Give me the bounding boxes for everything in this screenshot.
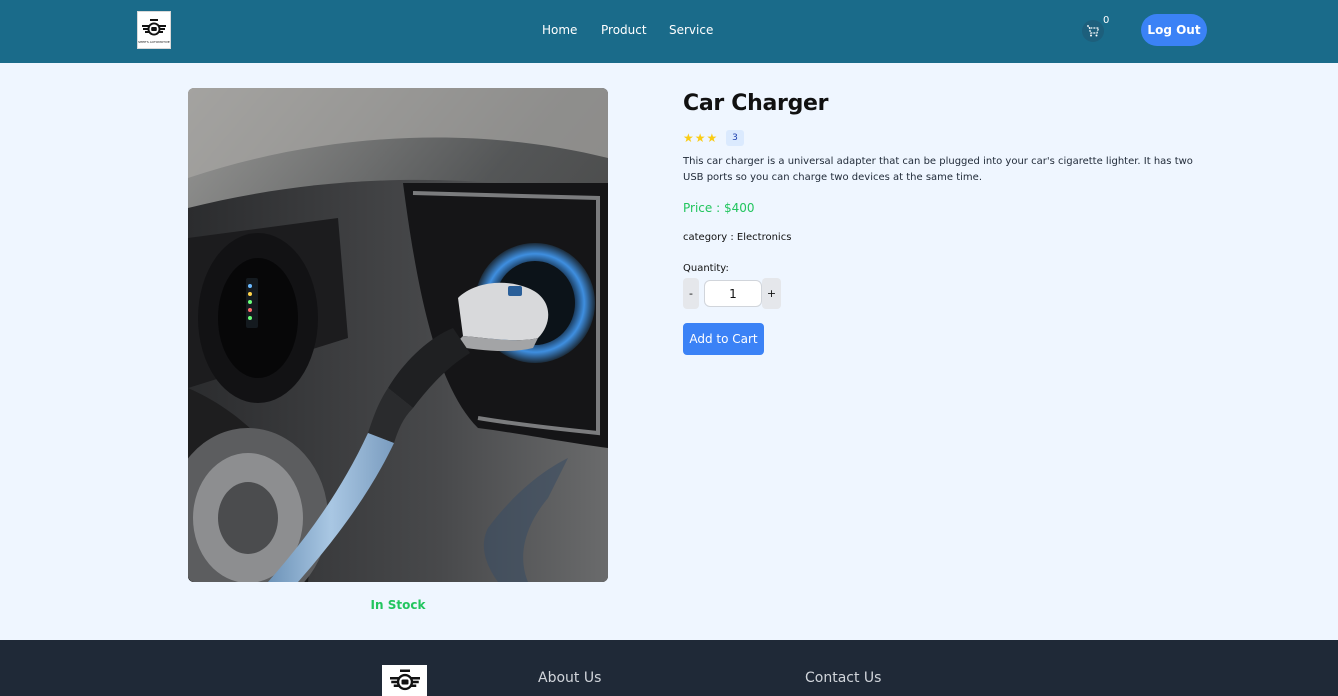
cart-icon [1087,25,1100,37]
quantity-label: Quantity: [683,263,729,274]
cart-count-badge: 0 [1103,15,1110,26]
star-icon: ★ [706,131,718,145]
logo-icon[interactable]: SHEE'S AUTOMOTIVE [137,11,171,49]
star-icon: ★ [683,131,694,145]
product-category: category : Electronics [683,232,792,243]
product-title: Car Charger [683,91,829,116]
nav-service[interactable]: Service [669,23,713,37]
rating-stars: ★ ★ ★ [683,131,717,145]
footer: About Us Contact Us [0,640,1338,696]
rating-count-badge: 3 [726,130,744,146]
stock-status: In Stock [370,598,426,612]
nav-home[interactable]: Home [542,23,577,37]
star-icon: ★ [694,131,706,145]
footer-contact-link[interactable]: Contact Us [805,670,881,686]
product-image [188,88,608,582]
cart-button[interactable] [1082,20,1104,42]
quantity-decrease-button[interactable]: - [683,278,699,309]
product-price: Price : $400 [683,201,755,215]
footer-logo-icon[interactable] [382,665,427,696]
quantity-increase-button[interactable]: + [762,278,781,309]
logo-text: SHEE'S AUTOMOTIVE [138,39,170,44]
footer-about-link[interactable]: About Us [538,670,601,686]
product-description: This car charger is a universal adapter … [683,156,1193,183]
nav-product[interactable]: Product [601,23,647,37]
add-to-cart-button[interactable]: Add to Cart [683,323,764,355]
logout-button[interactable]: Log Out [1141,14,1207,46]
header: SHEE'S AUTOMOTIVE Home Product Service 0… [0,0,1338,63]
quantity-input[interactable] [704,280,762,307]
